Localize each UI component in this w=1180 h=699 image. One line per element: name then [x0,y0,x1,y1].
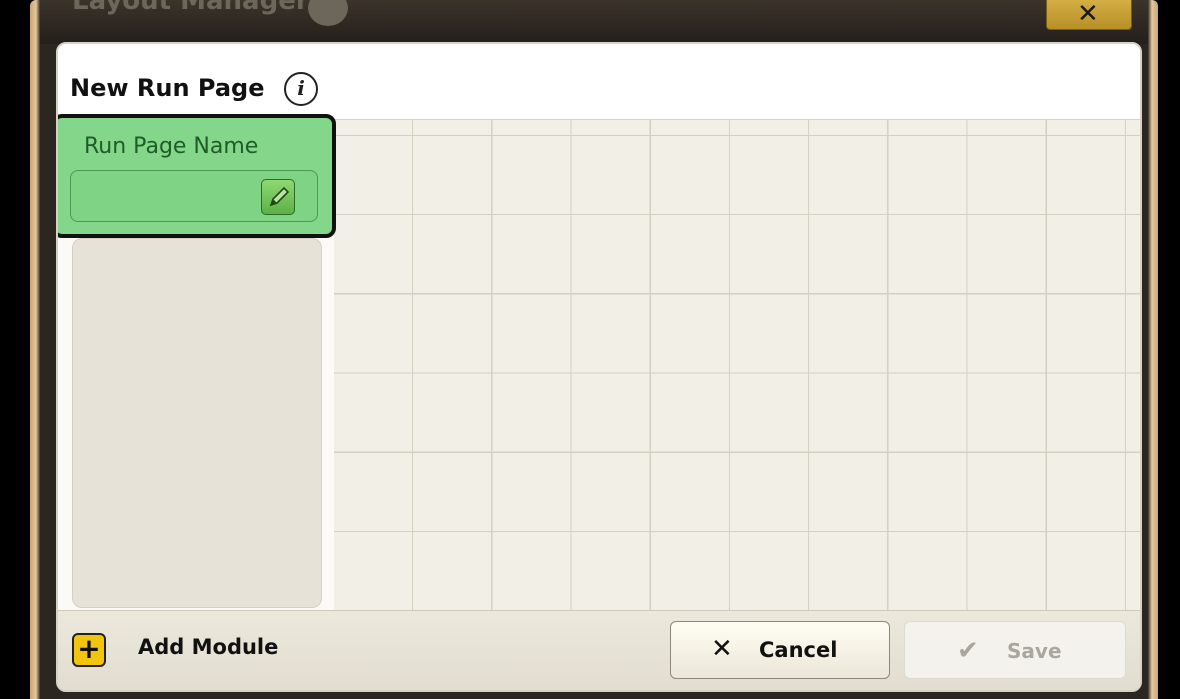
save-label: Save [1007,639,1062,663]
save-button[interactable]: ✔ Save [904,621,1126,679]
dialog-footer: + Add Module ✕ Cancel ✔ Save [58,610,1140,690]
new-run-page-dialog: New Run Page i Run Page Name + Add Modul… [56,42,1142,692]
checkmark-icon: ✔ [957,636,979,666]
run-page-name-field[interactable] [70,170,318,222]
window-title: Layout Manager [72,0,309,16]
add-module-icon[interactable]: + [72,633,106,667]
module-panel[interactable] [72,238,322,608]
page-title: New Run Page [70,74,265,102]
cancel-button[interactable]: ✕ Cancel [670,621,890,679]
window-close-button[interactable]: ✕ [1046,0,1132,30]
edit-name-button[interactable] [261,179,295,215]
run-page-name-module[interactable]: Run Page Name [58,114,336,238]
run-page-name-label: Run Page Name [84,134,259,159]
dialog-header: New Run Page i [58,44,1140,120]
close-icon: ✕ [711,634,733,664]
cancel-label: Cancel [759,638,838,662]
info-icon[interactable]: i [284,72,318,106]
close-icon: ✕ [1077,0,1099,29]
pencil-icon [269,186,290,207]
add-module-button[interactable]: Add Module [138,635,278,659]
layout-grid[interactable] [334,120,1140,610]
